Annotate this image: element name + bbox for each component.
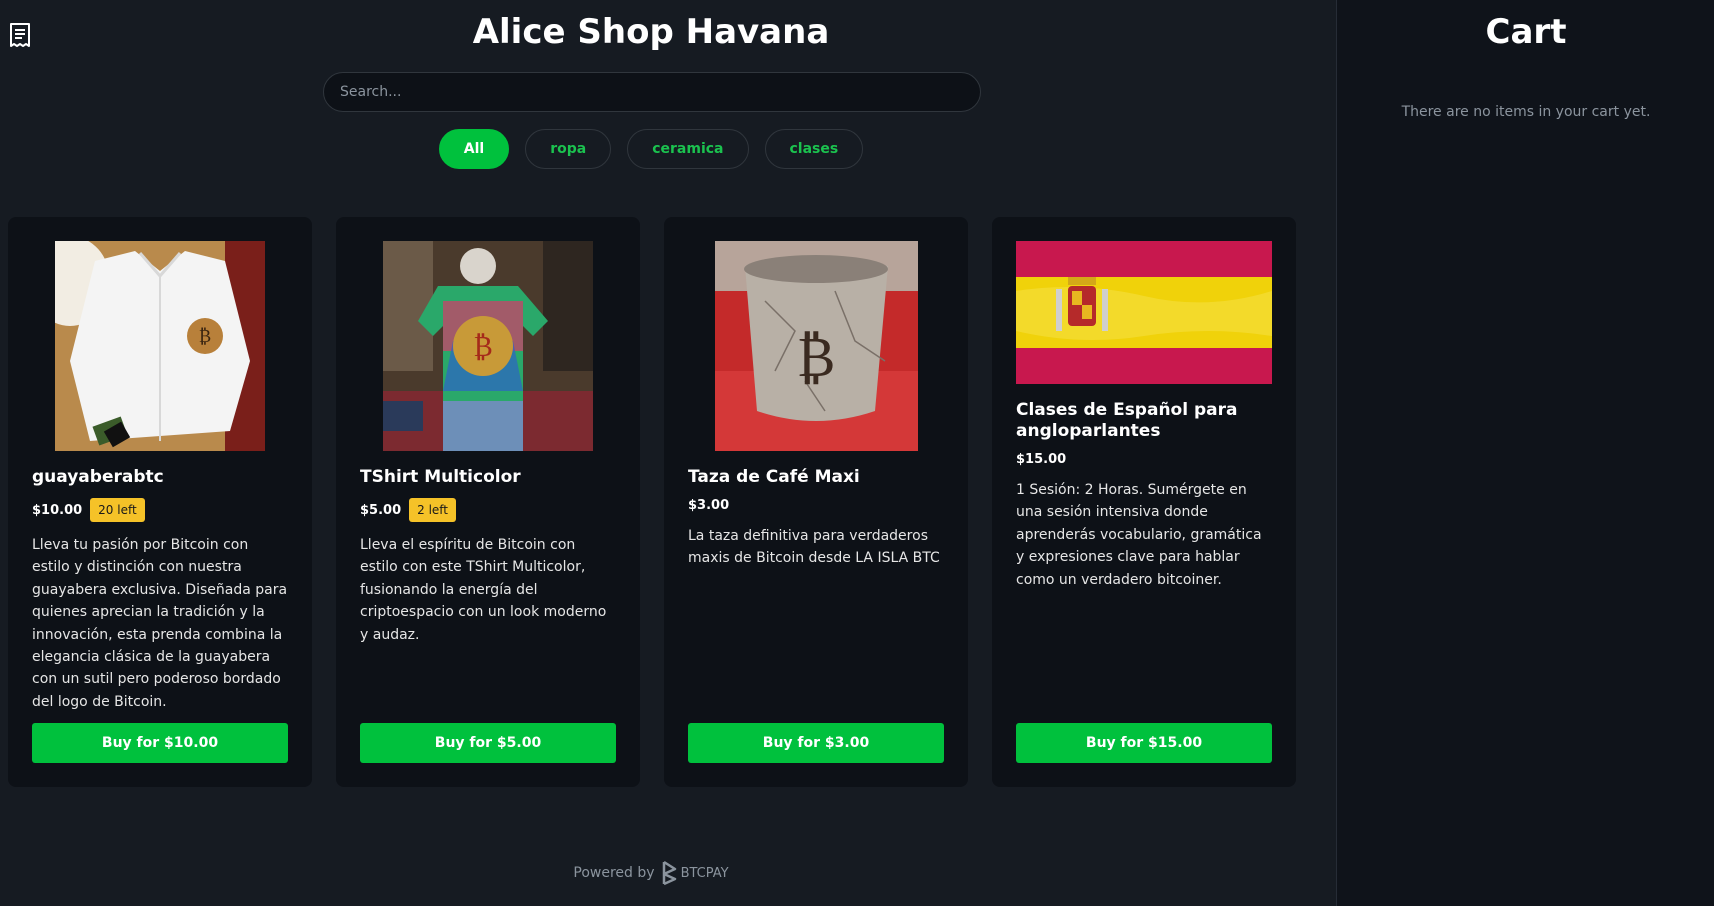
guayabera-shirt-image: ₿ (55, 241, 265, 451)
cart-title: Cart (1485, 12, 1567, 52)
buy-button[interactable]: Buy for $3.00 (688, 723, 944, 763)
product-price: $15.00 (1016, 452, 1067, 467)
buy-button[interactable]: Buy for $5.00 (360, 723, 616, 763)
product-description: Lleva el espíritu de Bitcoin con estilo … (360, 537, 607, 643)
product-price: $10.00 (32, 502, 83, 518)
product-card: ₿ guayaberabtc $10.00 20 left Lleva tu p… (8, 217, 312, 787)
product-title: Taza de Café Maxi (688, 467, 860, 487)
stock-badge: 20 left (90, 498, 145, 522)
powered-by-text: Powered by (573, 865, 655, 881)
product-price: $3.00 (688, 498, 730, 513)
multicolor-tshirt-image: ₿ (383, 241, 593, 451)
product-card: ₿ Taza de Café Maxi $3.00 La taza defini… (664, 217, 968, 787)
stock-badge: 2 left (409, 498, 457, 522)
svg-text:₿: ₿ (796, 325, 835, 390)
product-grid: ₿ guayaberabtc $10.00 20 left Lleva tu p… (8, 217, 1296, 787)
footer: Powered by BTCPAY (0, 860, 1302, 886)
product-title: TShirt Multicolor (360, 467, 521, 487)
btcpay-icon (662, 860, 676, 886)
svg-text:₿: ₿ (199, 326, 211, 347)
filter-all[interactable]: All (438, 129, 510, 169)
spain-flag-image (1016, 241, 1272, 384)
btcpay-logo[interactable]: BTCPAY (661, 860, 729, 886)
product-description: La taza definitiva para verdaderos maxis… (688, 528, 940, 567)
filter-ceramica[interactable]: ceramica (627, 129, 749, 169)
product-price: $5.00 (360, 502, 402, 518)
category-filters: All ropa ceramica clases (0, 129, 1302, 169)
svg-text:₿: ₿ (473, 330, 492, 363)
product-description: Lleva tu pasión por Bitcoin con estilo y… (32, 537, 288, 710)
shop-main: Alice Shop Havana All ropa ceramica clas… (0, 0, 1336, 906)
btcpay-wordmark: BTCPAY (680, 865, 729, 881)
product-title: Clases de Español para angloparlantes (1016, 400, 1238, 441)
product-title: guayaberabtc (32, 467, 164, 487)
product-card: Clases de Español para angloparlantes $1… (992, 217, 1296, 787)
buy-button[interactable]: Buy for $15.00 (1016, 723, 1272, 763)
product-card: ₿ TShirt Multicolor $5.00 2 left Lleva e… (336, 217, 640, 787)
search-input[interactable] (323, 72, 981, 112)
cart-panel: Cart There are no items in your cart yet… (1336, 0, 1714, 906)
filter-clases[interactable]: clases (764, 129, 864, 169)
buy-button[interactable]: Buy for $10.00 (32, 723, 288, 763)
coffee-cup-image: ₿ (714, 241, 918, 451)
filter-ropa[interactable]: ropa (525, 129, 612, 169)
shop-title: Alice Shop Havana (472, 12, 830, 52)
cart-empty-message: There are no items in your cart yet. (1401, 104, 1651, 120)
product-description: 1 Sesión: 2 Horas. Sumérgete en una sesi… (1016, 482, 1262, 588)
